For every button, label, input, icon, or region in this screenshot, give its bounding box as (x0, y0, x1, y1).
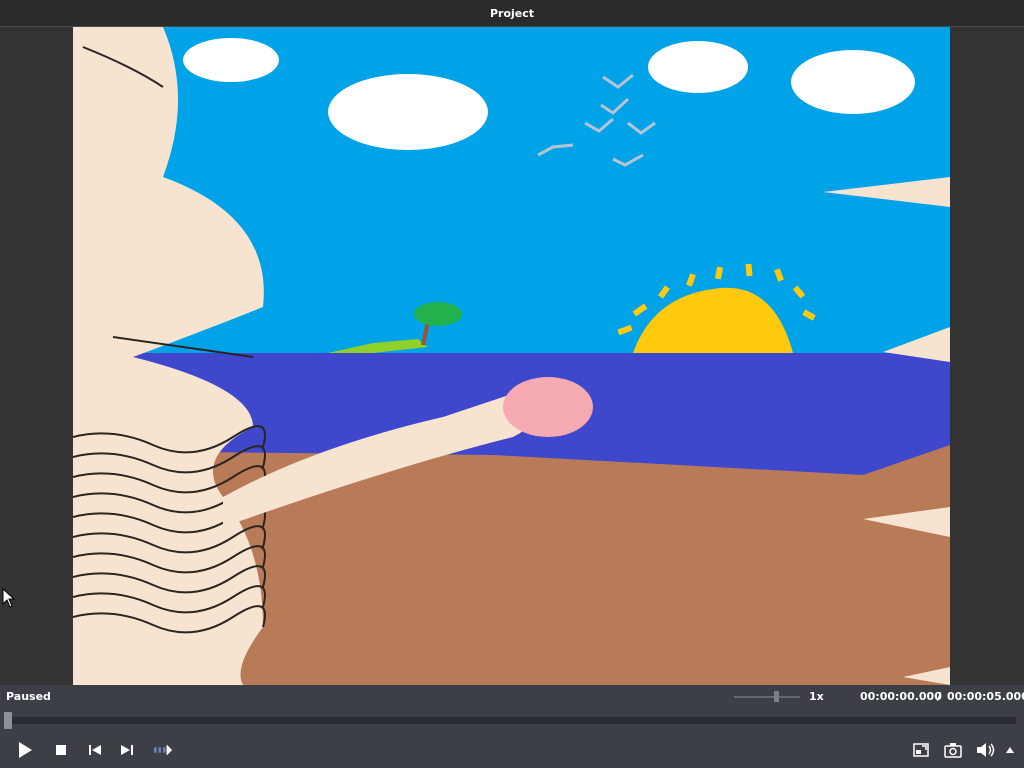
volume-menu-button[interactable] (1000, 740, 1020, 760)
fit-view-icon (913, 743, 929, 757)
volume-button[interactable] (976, 740, 996, 760)
fit-view-button[interactable] (911, 740, 931, 760)
play-button[interactable] (15, 740, 35, 760)
video-preview (73, 27, 950, 685)
snapshot-button[interactable] (943, 740, 963, 760)
video-frame-illustration (73, 27, 950, 685)
speed-slider-handle[interactable] (773, 691, 779, 702)
frame-step-button[interactable] (153, 740, 173, 760)
frame-step-icon (153, 744, 173, 756)
seek-bar[interactable] (6, 717, 1016, 724)
time-separator: / (937, 690, 942, 703)
palm-leaves (414, 302, 462, 326)
viewer-left-margin (0, 27, 73, 685)
stop-button[interactable] (51, 740, 71, 760)
skip-forward-button[interactable] (117, 740, 137, 760)
volume-icon (977, 743, 995, 757)
mouse-pointer-icon (2, 587, 16, 612)
seek-bar-area (0, 709, 1024, 731)
volume-menu-icon (1006, 747, 1014, 753)
viewer-right-margin (950, 27, 1024, 685)
total-time: 00:00:05.000 (947, 690, 1024, 703)
snapshot-icon (944, 743, 962, 758)
stop-icon (56, 745, 66, 755)
skip-forward-icon (121, 745, 133, 755)
skip-back-icon (89, 745, 101, 755)
current-time: 00:00:00.000 (860, 690, 942, 703)
window-title: Project (489, 6, 535, 20)
playback-speed: 1x (809, 690, 824, 703)
window-title-bar: Project (0, 0, 1024, 27)
speed-slider[interactable] (734, 691, 800, 702)
skip-back-button[interactable] (85, 740, 105, 760)
foreground-nail (503, 377, 593, 437)
player-status-bar: Paused 1x 00:00:00.000 / 00:00:05.000 (0, 685, 1024, 709)
play-icon (19, 742, 32, 758)
playback-controls (0, 731, 1024, 768)
playback-status: Paused (6, 690, 51, 703)
seek-handle[interactable] (4, 712, 12, 729)
